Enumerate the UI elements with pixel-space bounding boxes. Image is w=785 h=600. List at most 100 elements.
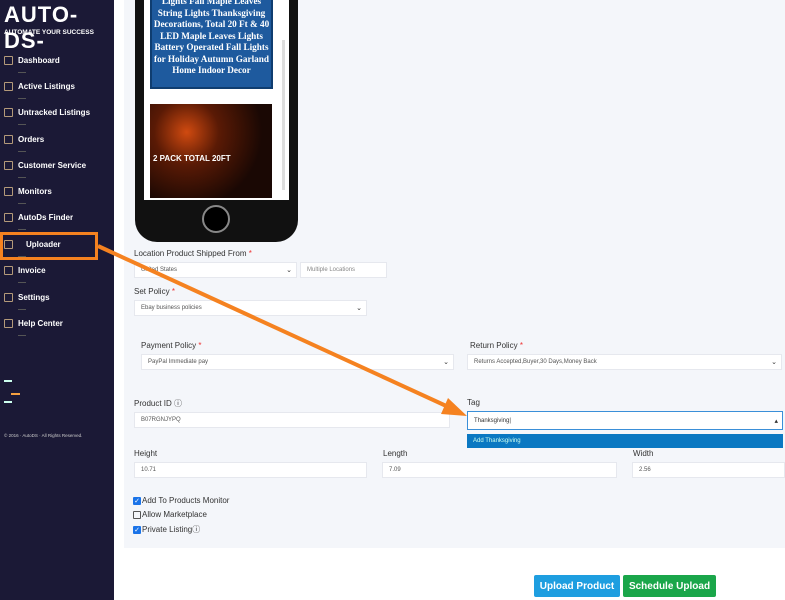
- sidebar-item-invoice[interactable]: Invoice: [4, 262, 46, 278]
- tag-option-add[interactable]: Add Thanksgiving: [467, 434, 783, 448]
- divider: [18, 177, 26, 178]
- lifebuoy-icon: [4, 318, 13, 328]
- sliders-icon: [4, 186, 13, 196]
- help-icon[interactable]: ⓘ: [174, 399, 182, 408]
- select-value: PayPal Immediate pay: [148, 359, 209, 365]
- label-text: Payment Policy: [141, 341, 197, 350]
- sidebar-item-label: Help Center: [18, 318, 63, 328]
- sidebar-item-label: Invoice: [18, 265, 46, 275]
- return-policy-select[interactable]: Returns Accepted,Buyer,30 Days,Money Bac…: [467, 354, 782, 370]
- divider: [18, 256, 26, 257]
- decor-dash: [11, 393, 20, 395]
- checkbox-private-listing[interactable]: ✓ Private Listing ⓘ: [133, 524, 200, 535]
- phone-scrollbar[interactable]: [282, 40, 285, 190]
- location-label: Location Product Shipped From *: [134, 249, 252, 258]
- chevron-down-icon: ⌄: [771, 359, 777, 366]
- dashboard-icon: [4, 55, 13, 65]
- sidebar-item-autods-finder[interactable]: AutoDs Finder: [4, 209, 73, 225]
- checkbox-label: Private Listing: [142, 525, 193, 534]
- input-value: 7.09: [389, 467, 401, 473]
- set-policy-select[interactable]: Ebay business policies ⌄: [134, 300, 367, 316]
- divider: [18, 203, 26, 204]
- checkbox-box[interactable]: ✓: [133, 496, 141, 505]
- tagline: AUTOMATE YOUR SUCCESS: [4, 29, 94, 36]
- select-value: United States: [141, 267, 178, 273]
- return-policy-label: Return Policy *: [470, 341, 523, 350]
- list-icon: [4, 107, 13, 117]
- checkbox-add-to-products-monitor[interactable]: ✓ Add To Products Monitor: [133, 496, 229, 505]
- sidebar-item-help-center[interactable]: Help Center: [4, 315, 63, 331]
- chevron-down-icon: ⌄: [286, 267, 292, 274]
- multiple-locations-input[interactable]: Multiple Locations: [300, 262, 387, 278]
- search-icon: [4, 212, 13, 222]
- tag-input[interactable]: Thanksgiving | ▴: [467, 411, 783, 430]
- sidebar-item-dashboard[interactable]: Dashboard: [4, 52, 60, 68]
- product-id-label: Product ID ⓘ: [134, 398, 182, 409]
- sidebar-item-monitors[interactable]: Monitors: [4, 183, 52, 199]
- product-title: Lights Fall Maple Leaves String Lights T…: [150, 0, 273, 89]
- input-value: 10.71: [141, 467, 157, 473]
- required-mark: *: [171, 287, 175, 296]
- invoice-icon: [4, 265, 13, 275]
- copyright: © 2016 · AutoDS · All Rights Reserved.: [4, 433, 83, 438]
- divider: [18, 309, 26, 310]
- product-image: 2 PACK TOTAL 20FT: [150, 104, 272, 198]
- sidebar-item-untracked-listings[interactable]: Untracked Listings: [4, 104, 90, 120]
- length-label: Length: [383, 449, 408, 458]
- divider: [18, 229, 26, 230]
- sidebar: AUTO-DS- AUTOMATE YOUR SUCCESS Dashboard…: [0, 0, 114, 600]
- height-label: Height: [134, 449, 158, 458]
- settings-icon: [4, 292, 13, 302]
- upload-product-button[interactable]: Upload Product: [534, 575, 620, 597]
- chevron-down-icon: ⌄: [443, 359, 449, 366]
- label-text: Set Policy: [134, 287, 170, 296]
- select-value: Ebay business policies: [141, 305, 202, 311]
- required-mark: *: [198, 341, 202, 350]
- divider: [18, 335, 26, 336]
- divider: [18, 282, 26, 283]
- divider: [18, 151, 26, 152]
- label-text: Product ID: [134, 399, 172, 408]
- sidebar-item-label: Monitors: [18, 186, 52, 196]
- caret-up-icon: ▴: [774, 417, 778, 425]
- sidebar-item-label: Uploader: [26, 239, 61, 249]
- length-input[interactable]: 7.09: [382, 462, 617, 478]
- checkbox-box[interactable]: [133, 510, 141, 519]
- sidebar-item-label: Dashboard: [18, 55, 60, 65]
- sidebar-item-customer-service[interactable]: Customer Service: [4, 157, 86, 173]
- checkbox-box[interactable]: ✓: [133, 525, 141, 534]
- sidebar-item-active-listings[interactable]: Active Listings: [4, 78, 75, 94]
- sidebar-item-label: Orders: [18, 134, 45, 144]
- sidebar-item-label: Settings: [18, 292, 50, 302]
- sidebar-item-label: Active Listings: [18, 81, 75, 91]
- schedule-upload-button[interactable]: Schedule Upload: [623, 575, 716, 597]
- width-input[interactable]: 2.56: [632, 462, 785, 478]
- sidebar-item-settings[interactable]: Settings: [4, 289, 50, 305]
- required-mark: *: [248, 249, 252, 258]
- payment-policy-select[interactable]: PayPal Immediate pay ⌄: [141, 354, 454, 370]
- cloud-upload-icon: [4, 239, 13, 249]
- sidebar-item-orders[interactable]: Orders: [4, 131, 44, 147]
- country-select[interactable]: United States ⌄: [134, 262, 297, 278]
- select-value: Returns Accepted,Buyer,30 Days,Money Bac…: [474, 359, 597, 365]
- divider: [18, 124, 26, 125]
- required-mark: *: [519, 341, 523, 350]
- set-policy-label: Set Policy *: [134, 287, 175, 296]
- checkbox-allow-marketplace[interactable]: Allow Marketplace: [133, 510, 207, 519]
- help-icon[interactable]: ⓘ: [192, 524, 200, 535]
- height-input[interactable]: 10.71: [134, 462, 367, 478]
- input-value: Thanksgiving: [474, 417, 510, 424]
- input-value: B07RGNJYPQ: [141, 417, 181, 423]
- chevron-down-icon: ⌄: [356, 305, 362, 312]
- product-id-input[interactable]: B07RGNJYPQ: [134, 412, 450, 428]
- home-button: [202, 205, 230, 233]
- input-value: 2.56: [639, 467, 651, 473]
- logo: AUTO-DS-: [4, 2, 79, 53]
- checkbox-label: Add To Products Monitor: [142, 496, 230, 505]
- sidebar-item-uploader[interactable]: Uploader: [4, 236, 61, 252]
- sidebar-item-label: Untracked Listings: [18, 107, 91, 117]
- divider: [18, 72, 26, 73]
- list-icon: [4, 81, 13, 91]
- placeholder: Multiple Locations: [307, 267, 356, 273]
- checkbox-label: Allow Marketplace: [142, 510, 207, 519]
